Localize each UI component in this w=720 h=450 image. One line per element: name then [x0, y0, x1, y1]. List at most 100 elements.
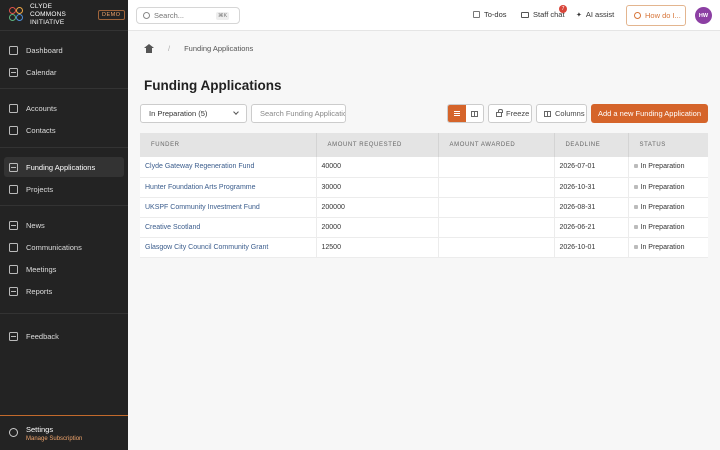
- sidebar-item-label: Communications: [26, 242, 82, 252]
- breadcrumb: / Funding Applications: [144, 44, 253, 53]
- chat-count-badge: 7: [559, 5, 567, 13]
- column-header-status[interactable]: Status: [628, 133, 708, 157]
- list-icon: [453, 111, 460, 116]
- sidebar: Clyde Commons Initiative DEMO Dashboard …: [0, 0, 128, 450]
- cell-funder[interactable]: Glasgow City Council Community Grant: [140, 237, 317, 258]
- table-row[interactable]: UKSPF Community Investment Fund 200000 2…: [140, 197, 708, 218]
- column-header-funder[interactable]: Funder: [140, 133, 317, 157]
- sidebar-item-meetings[interactable]: Meetings: [4, 259, 124, 279]
- funding-applications-table: Funder Amount Requested Amount Awarded D…: [140, 133, 708, 258]
- sidebar-item-label: Funding Applications: [26, 162, 96, 172]
- sidebar-divider: [0, 313, 128, 314]
- cell-deadline: 2026-06-21: [554, 217, 629, 238]
- newspaper-icon: [9, 220, 18, 230]
- cell-status: In Preparation: [628, 197, 708, 218]
- view-toggle: [447, 104, 484, 123]
- status-dot-icon: [633, 244, 638, 249]
- settings-link[interactable]: Settings Manage Subscription: [0, 415, 128, 450]
- table-row[interactable]: Creative Scotland 20000 2026-06-21 In Pr…: [140, 217, 708, 238]
- how-do-i-button[interactable]: How do I...: [626, 5, 686, 26]
- table-search-input[interactable]: [251, 104, 346, 123]
- cell-deadline: 2026-10-01: [554, 237, 629, 258]
- board-view-button[interactable]: [466, 105, 484, 122]
- sidebar-item-calendar[interactable]: Calendar: [4, 62, 124, 82]
- sidebar-item-label: Calendar: [26, 67, 57, 77]
- topbar: ⌘K To-dos Staff chat 7 ✦ AI assist How d…: [128, 0, 720, 31]
- home-icon[interactable]: [144, 44, 154, 53]
- sidebar-item-contacts[interactable]: Contacts: [4, 120, 124, 140]
- search-input[interactable]: [154, 11, 214, 20]
- main-content: / Funding Applications Funding Applicati…: [128, 31, 720, 450]
- sidebar-item-dashboard[interactable]: Dashboard: [4, 40, 124, 60]
- sidebar-item-label: Dashboard: [26, 45, 63, 55]
- ai-assist-button[interactable]: ✦ AI assist: [576, 10, 614, 19]
- logo-icon: [9, 7, 25, 23]
- sidebar-item-communications[interactable]: Communications: [4, 237, 124, 257]
- column-header-amount-requested[interactable]: Amount Requested: [316, 133, 439, 157]
- sidebar-item-news[interactable]: News: [4, 215, 124, 235]
- folder-icon: [9, 162, 18, 172]
- status-dot-icon: [633, 164, 638, 169]
- status-label: In Preparation: [640, 223, 685, 231]
- manage-subscription-link[interactable]: Manage Subscription: [26, 436, 82, 442]
- board-icon: [470, 110, 478, 117]
- feedback-icon: [9, 331, 18, 341]
- column-header-amount-awarded[interactable]: Amount Awarded: [438, 133, 555, 157]
- search-icon: [143, 12, 150, 19]
- cell-amount-requested: 40000: [316, 157, 439, 178]
- staff-chat-button[interactable]: Staff chat 7: [521, 5, 567, 19]
- avatar[interactable]: HW: [695, 7, 712, 24]
- cell-amount-awarded: [438, 177, 555, 198]
- sidebar-divider: [0, 147, 128, 148]
- freeze-label: Freeze: [506, 109, 530, 118]
- cell-status: In Preparation: [628, 217, 708, 238]
- table-row[interactable]: Glasgow City Council Community Grant 125…: [140, 237, 708, 258]
- sidebar-item-feedback[interactable]: Feedback: [4, 326, 124, 346]
- columns-icon: [544, 110, 551, 117]
- projects-icon: [9, 184, 18, 194]
- lock-icon: [496, 109, 503, 117]
- brand[interactable]: Clyde Commons Initiative DEMO: [0, 0, 128, 31]
- sidebar-item-accounts[interactable]: Accounts: [4, 98, 124, 118]
- todos-label: To-dos: [484, 10, 507, 19]
- cell-funder[interactable]: Clyde Gateway Regeneration Fund: [140, 157, 317, 178]
- todos-button[interactable]: To-dos: [473, 10, 507, 19]
- gear-icon: [9, 428, 18, 437]
- cell-funder[interactable]: UKSPF Community Investment Fund: [140, 197, 317, 218]
- list-view-button[interactable]: [448, 105, 466, 122]
- cell-amount-awarded: [438, 197, 555, 218]
- column-header-deadline[interactable]: Deadline: [554, 133, 629, 157]
- cell-funder[interactable]: Creative Scotland: [140, 217, 317, 238]
- cell-amount-awarded: [438, 157, 555, 178]
- breadcrumb-separator: /: [168, 44, 171, 53]
- add-funding-application-button[interactable]: Add a new Funding Application: [591, 104, 708, 123]
- calendar-icon: [9, 67, 18, 77]
- global-search[interactable]: ⌘K: [136, 7, 240, 24]
- cell-amount-requested: 200000: [316, 197, 439, 218]
- table-row[interactable]: Clyde Gateway Regeneration Fund 40000 20…: [140, 157, 708, 178]
- cell-funder[interactable]: Hunter Foundation Arts Programme: [140, 177, 317, 198]
- status-label: In Preparation: [640, 203, 685, 211]
- sidebar-item-label: Accounts: [26, 103, 57, 113]
- cell-amount-requested: 12500: [316, 237, 439, 258]
- sidebar-item-funding-applications[interactable]: Funding Applications: [4, 157, 124, 177]
- cell-status: In Preparation: [628, 177, 708, 198]
- sidebar-item-projects[interactable]: Projects: [4, 179, 124, 199]
- dashboard-icon: [9, 45, 18, 55]
- table-row[interactable]: Hunter Foundation Arts Programme 30000 2…: [140, 177, 708, 198]
- sidebar-item-reports[interactable]: Reports: [4, 281, 124, 301]
- status-label: In Preparation: [640, 163, 685, 171]
- contact-card-icon: [9, 125, 18, 135]
- sidebar-divider: [0, 88, 128, 89]
- columns-button[interactable]: Columns: [536, 104, 587, 123]
- building-icon: [9, 103, 18, 113]
- cell-amount-requested: 20000: [316, 217, 439, 238]
- freeze-button[interactable]: Freeze: [488, 104, 532, 123]
- sidebar-item-label: Projects: [26, 184, 54, 194]
- status-filter-select[interactable]: In Preparation (5): [140, 104, 247, 123]
- sidebar-item-label: Contacts: [26, 125, 56, 135]
- cell-amount-awarded: [438, 237, 555, 258]
- cell-amount-requested: 30000: [316, 177, 439, 198]
- columns-label: Columns: [555, 109, 585, 118]
- sidebar-item-label: Reports: [26, 286, 53, 296]
